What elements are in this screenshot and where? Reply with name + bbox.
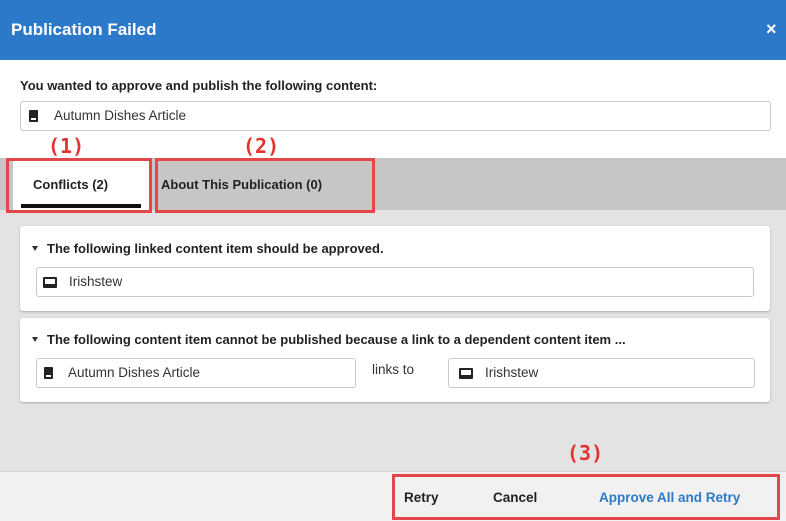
annotation-box-2	[155, 158, 375, 213]
close-icon[interactable]: ×	[766, 19, 777, 40]
annotation-box-3	[392, 474, 780, 520]
annotation-label-3: (3)	[567, 441, 604, 465]
content-item-label: Autumn Dishes Article	[54, 108, 187, 123]
conflicts-panel: The following linked content item should…	[0, 210, 786, 471]
linked-item-field: Irishstew	[36, 267, 754, 297]
caret-down-icon	[32, 246, 38, 252]
conflict-card: The following content item cannot be pub…	[20, 318, 770, 402]
target-item-field: Irishstew	[448, 358, 755, 388]
dialog-titlebar: Publication Failed ×	[0, 0, 786, 60]
content-item-field: Autumn Dishes Article	[20, 101, 771, 131]
annotation-label-2: (2)	[243, 134, 280, 158]
dialog-title: Publication Failed	[11, 20, 157, 39]
document-icon	[29, 110, 38, 122]
image-icon	[43, 277, 57, 288]
conflict-card: The following linked content item should…	[20, 226, 770, 311]
source-item-field: Autumn Dishes Article	[36, 358, 356, 388]
document-icon	[44, 367, 53, 379]
conflict-heading[interactable]: The following linked content item should…	[32, 241, 384, 256]
publish-prompt: You wanted to approve and publish the fo…	[20, 78, 378, 93]
linked-item-label: Irishstew	[69, 274, 123, 289]
source-item-label: Autumn Dishes Article	[68, 365, 201, 380]
annotation-label-1: (1)	[48, 134, 85, 158]
annotation-box-1	[6, 158, 152, 213]
target-item-label: Irishstew	[485, 365, 539, 380]
image-icon	[459, 368, 473, 379]
caret-down-icon	[32, 337, 38, 343]
conflict-heading[interactable]: The following content item cannot be pub…	[32, 332, 626, 347]
relation-label: links to	[372, 362, 415, 377]
